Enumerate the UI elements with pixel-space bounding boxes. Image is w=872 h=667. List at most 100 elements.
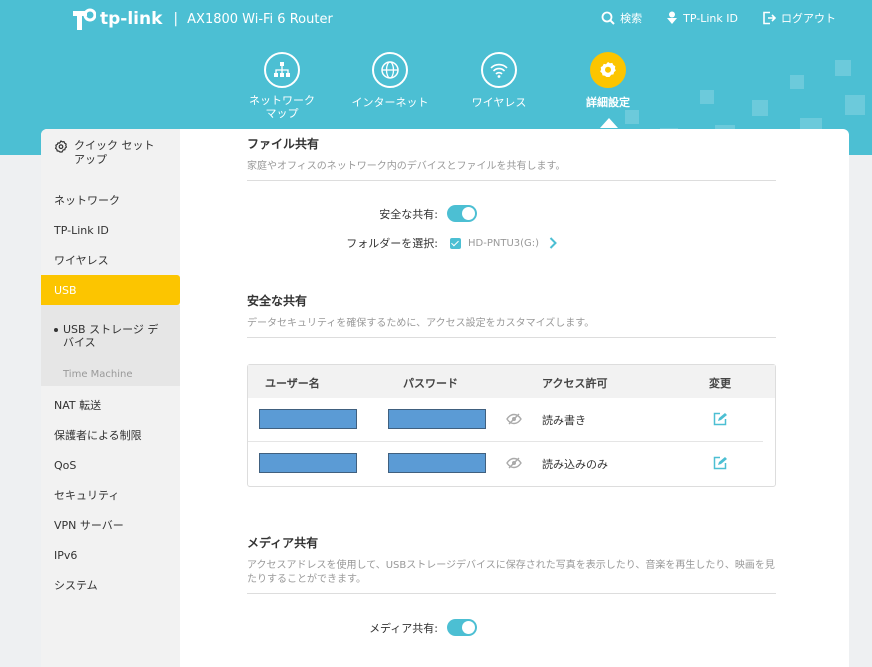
sidebar-item-ipv6[interactable]: IPv6	[41, 540, 180, 570]
media-sharing-section: メディア共有 アクセスアドレスを使用して、USBストレージデバイスに保存された写…	[247, 534, 776, 594]
eye-off-icon[interactable]	[506, 413, 522, 425]
folder-select-row: フォルダーを選択: HD-PNTU3(G:)	[247, 235, 557, 251]
file-sharing-section: ファイル共有 家庭やオフィスのネットワーク内のデバイスとファイルを共有します。	[247, 135, 776, 181]
main-panel: クイック セット アップ ネットワーク TP-Link ID ワイヤレス USB…	[41, 129, 849, 667]
password-redacted	[388, 453, 486, 473]
nav-wireless-label: ワイヤレス	[471, 96, 527, 109]
sidebar-item-label: IPv6	[54, 548, 78, 562]
logout-icon	[763, 11, 776, 25]
col-edit: 変更	[709, 377, 731, 390]
network-map-icon	[274, 62, 290, 77]
username-redacted	[259, 453, 357, 473]
nav-advanced[interactable]: 詳細設定	[563, 52, 653, 110]
sidebar-item-label: ネットワーク	[54, 194, 120, 207]
secure-sharing-title: 安全な共有	[247, 294, 308, 308]
sidebar-item-label: VPN サーバー	[54, 519, 124, 532]
sidebar-item-label: QoS	[54, 458, 77, 472]
active-dot	[54, 328, 58, 332]
eye-off-icon[interactable]	[506, 457, 522, 469]
sidebar-subitem-label: Time Machine	[63, 369, 133, 380]
globe-icon	[381, 61, 399, 79]
media-sharing-title: メディア共有	[247, 536, 319, 550]
media-share-row: メディア共有:	[247, 619, 477, 636]
edit-icon[interactable]	[713, 456, 727, 470]
sidebar: クイック セット アップ ネットワーク TP-Link ID ワイヤレス USB…	[41, 129, 180, 667]
sidebar-item-security[interactable]: セキュリティ	[41, 480, 180, 510]
username-redacted	[259, 409, 357, 429]
folder-value: HD-PNTU3(G:)	[468, 237, 540, 249]
nav-network-map[interactable]: ネットワーク マップ	[237, 52, 327, 120]
logout-label: ログアウト	[781, 12, 836, 25]
tplink-logo-icon	[70, 6, 97, 32]
folder-select-label: フォルダーを選択:	[346, 237, 438, 250]
permission-value: 読み込みのみ	[542, 458, 608, 471]
file-sharing-desc: 家庭やオフィスのネットワーク内のデバイスとファイルを共有します。	[247, 160, 776, 181]
secure-share-row: 安全な共有:	[247, 205, 477, 222]
accounts-table: ユーザー名 パスワード アクセス許可 変更 読み書き 読み込みのみ	[247, 364, 776, 487]
media-share-label: メディア共有:	[369, 621, 438, 635]
table-row: 読み込みのみ	[248, 442, 763, 486]
brand-name: tp-link	[100, 9, 163, 29]
folder-checkbox[interactable]	[450, 237, 461, 249]
col-permission: アクセス許可	[542, 377, 608, 390]
wifi-icon	[490, 63, 508, 78]
sidebar-item-usb[interactable]: USB	[41, 275, 180, 305]
sidebar-subitem-label: USB ストレージ デ バイス	[63, 323, 159, 349]
brand-separator: |	[173, 11, 179, 27]
gear-icon	[600, 62, 616, 77]
table-header: ユーザー名 パスワード アクセス許可 変更	[248, 365, 775, 398]
file-sharing-title: ファイル共有	[247, 137, 320, 151]
nav-internet[interactable]: インターネット	[345, 52, 435, 110]
col-username: ユーザー名	[265, 377, 320, 390]
sidebar-item-nat[interactable]: NAT 転送	[41, 390, 180, 420]
secure-share-label: 安全な共有:	[379, 207, 438, 221]
tplink-id-link[interactable]: TP-Link ID	[666, 11, 738, 25]
router-model: AX1800 Wi-Fi 6 Router	[187, 11, 333, 27]
permission-value: 読み書き	[542, 414, 586, 427]
sidebar-item-label: TP-Link ID	[54, 223, 109, 237]
sidebar-item-label: システム	[54, 579, 98, 592]
media-sharing-desc: アクセスアドレスを使用して、USBストレージデバイスに保存された写真を表示したり…	[247, 559, 776, 594]
edit-icon[interactable]	[713, 412, 727, 426]
col-password: パスワード	[403, 377, 458, 390]
sidebar-item-network[interactable]: ネットワーク	[41, 185, 180, 215]
sidebar-item-quick-setup[interactable]: クイック セット アップ	[41, 129, 180, 185]
sidebar-item-label: セキュリティ	[54, 489, 120, 502]
nav-wireless[interactable]: ワイヤレス	[454, 52, 544, 110]
logout-link[interactable]: ログアウト	[762, 10, 836, 26]
secure-sharing-desc: データセキュリティを確保するために、アクセス設定をカスタマイズします。	[247, 317, 776, 338]
sidebar-item-system[interactable]: システム	[41, 570, 180, 600]
sidebar-item-vpn[interactable]: VPN サーバー	[41, 510, 180, 540]
sidebar-item-tplink-id[interactable]: TP-Link ID	[41, 215, 180, 245]
brand-logo: tp-link | AX1800 Wi-Fi 6 Router	[70, 6, 333, 32]
nav-advanced-label: 詳細設定	[586, 96, 630, 109]
sidebar-submenu: USB ストレージ デ バイス Time Machine	[41, 305, 180, 386]
nav-network-map-label: ネットワーク マップ	[249, 94, 315, 120]
search-label: 検索	[620, 12, 643, 25]
search-icon	[601, 11, 615, 25]
tplink-id-icon	[667, 11, 678, 24]
sidebar-subitem-usb-storage[interactable]: USB ストレージ デ バイス	[41, 317, 180, 355]
sidebar-item-label: 保護者による制限	[54, 429, 142, 442]
sidebar-item-label: NAT 転送	[54, 399, 102, 412]
tplink-id-label: TP-Link ID	[683, 11, 738, 25]
secure-sharing-section: 安全な共有 データセキュリティを確保するために、アクセス設定をカスタマイズします…	[247, 292, 776, 338]
password-redacted	[388, 409, 486, 429]
sidebar-item-quick-setup-label: クイック セット アップ	[74, 139, 155, 166]
sidebar-item-wireless[interactable]: ワイヤレス	[41, 245, 180, 275]
sidebar-item-qos[interactable]: QoS	[41, 450, 180, 480]
sidebar-item-parental[interactable]: 保護者による制限	[41, 420, 180, 450]
sidebar-subitem-time-machine[interactable]: Time Machine	[41, 355, 180, 380]
main-nav: ネットワーク マップ インターネット ワイヤレス 詳細設定	[0, 52, 872, 132]
media-share-toggle[interactable]	[447, 619, 477, 636]
table-row: 読み書き	[248, 398, 763, 442]
chevron-right-icon[interactable]	[549, 237, 557, 249]
quick-setup-gear-icon	[54, 140, 68, 153]
secure-share-toggle[interactable]	[447, 205, 477, 222]
sidebar-item-label: USB	[54, 283, 77, 297]
sidebar-item-label: ワイヤレス	[54, 254, 109, 267]
search-link[interactable]: 検索	[601, 10, 642, 26]
nav-active-caret	[600, 118, 618, 128]
top-actions: 検索 TP-Link ID ログアウト	[577, 10, 836, 26]
nav-internet-label: インターネット	[351, 96, 429, 109]
